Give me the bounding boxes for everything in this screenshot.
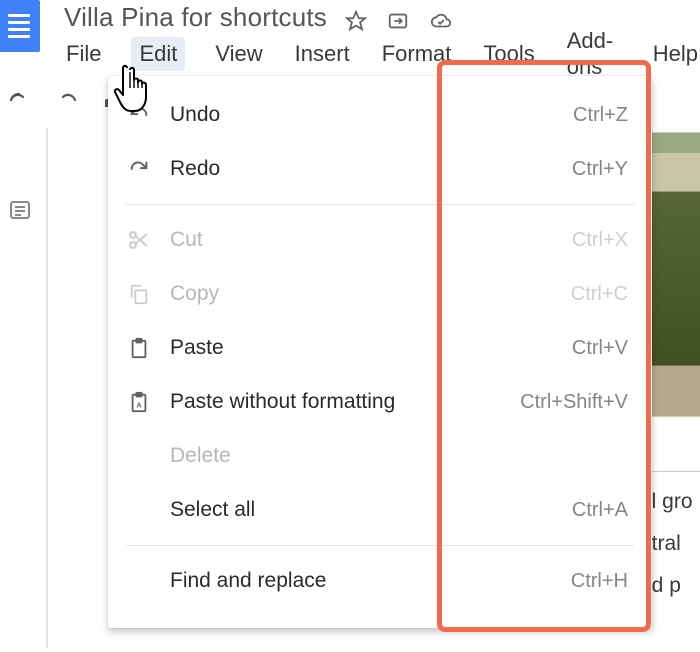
menu-item-label: Redo [170, 157, 556, 181]
menu-item-shortcut: Ctrl+Shift+V [520, 391, 628, 414]
menu-bar: File Edit View Insert Format Tools Add-o… [0, 32, 700, 76]
title-bar: Villa Pina for shortcuts [0, 0, 700, 32]
menu-separator [126, 204, 634, 205]
clipboard-icon [124, 335, 154, 361]
menu-item-label: Find and replace [170, 569, 555, 593]
menu-addons[interactable]: Add-ons [565, 24, 623, 84]
menu-tools[interactable]: Tools [481, 37, 536, 71]
menu-item-label: Cut [170, 228, 556, 252]
redo-toolbar-icon[interactable] [54, 89, 80, 115]
menu-item-paste[interactable]: Paste Ctrl+V [108, 321, 652, 375]
menu-insert[interactable]: Insert [293, 37, 352, 71]
title-actions [345, 10, 453, 32]
menu-item-label: Paste [170, 336, 556, 360]
star-icon[interactable] [345, 10, 367, 32]
menu-item-copy[interactable]: Copy Ctrl+C [108, 267, 652, 321]
menu-format[interactable]: Format [380, 37, 454, 71]
menu-item-label: Undo [170, 103, 557, 127]
menu-item-select-all[interactable]: Select all Ctrl+A [108, 483, 652, 537]
menu-item-label: Copy [170, 282, 555, 306]
hand-cursor-icon [112, 58, 158, 121]
cloud-status-icon[interactable] [429, 10, 453, 32]
scissors-icon [124, 228, 154, 252]
menu-item-redo[interactable]: Redo Ctrl+Y [108, 142, 652, 196]
clipboard-a-icon: A [124, 389, 154, 415]
menu-file[interactable]: File [64, 37, 103, 71]
menu-item-shortcut: Ctrl+C [571, 283, 628, 306]
menu-item-label: Paste without formatting [170, 390, 504, 414]
menu-item-find-and-replace[interactable]: Find and replace Ctrl+H [108, 554, 652, 608]
menu-item-shortcut: Ctrl+X [572, 229, 628, 252]
svg-text:A: A [136, 401, 142, 410]
menu-item-shortcut: Ctrl+V [572, 337, 628, 360]
move-icon[interactable] [387, 10, 409, 32]
doc-title[interactable]: Villa Pina for shortcuts [64, 4, 327, 32]
menu-item-delete: Delete [108, 429, 652, 483]
menu-separator [126, 545, 634, 546]
menu-item-label: Delete [170, 444, 628, 468]
outline-icon[interactable] [6, 198, 34, 227]
menu-item-shortcut: Ctrl+Y [572, 158, 628, 181]
menu-item-paste-without-formatting[interactable]: A Paste without formatting Ctrl+Shift+V [108, 375, 652, 429]
edit-menu-dropdown: Undo Ctrl+Z Redo Ctrl+Y Cut Ctrl+X Copy … [108, 76, 652, 628]
undo-toolbar-icon[interactable] [6, 89, 32, 115]
menu-item-shortcut: Ctrl+Z [573, 104, 628, 127]
left-rail [0, 128, 48, 648]
menu-item-label: Select all [170, 498, 556, 522]
menu-help[interactable]: Help [651, 37, 700, 71]
menu-item-shortcut: Ctrl+H [571, 570, 628, 593]
menu-item-undo[interactable]: Undo Ctrl+Z [108, 88, 652, 142]
menu-item-shortcut: Ctrl+A [572, 499, 628, 522]
copy-icon [124, 282, 154, 306]
redo-icon [124, 158, 154, 180]
menu-view[interactable]: View [213, 37, 264, 71]
menu-item-cut[interactable]: Cut Ctrl+X [108, 213, 652, 267]
